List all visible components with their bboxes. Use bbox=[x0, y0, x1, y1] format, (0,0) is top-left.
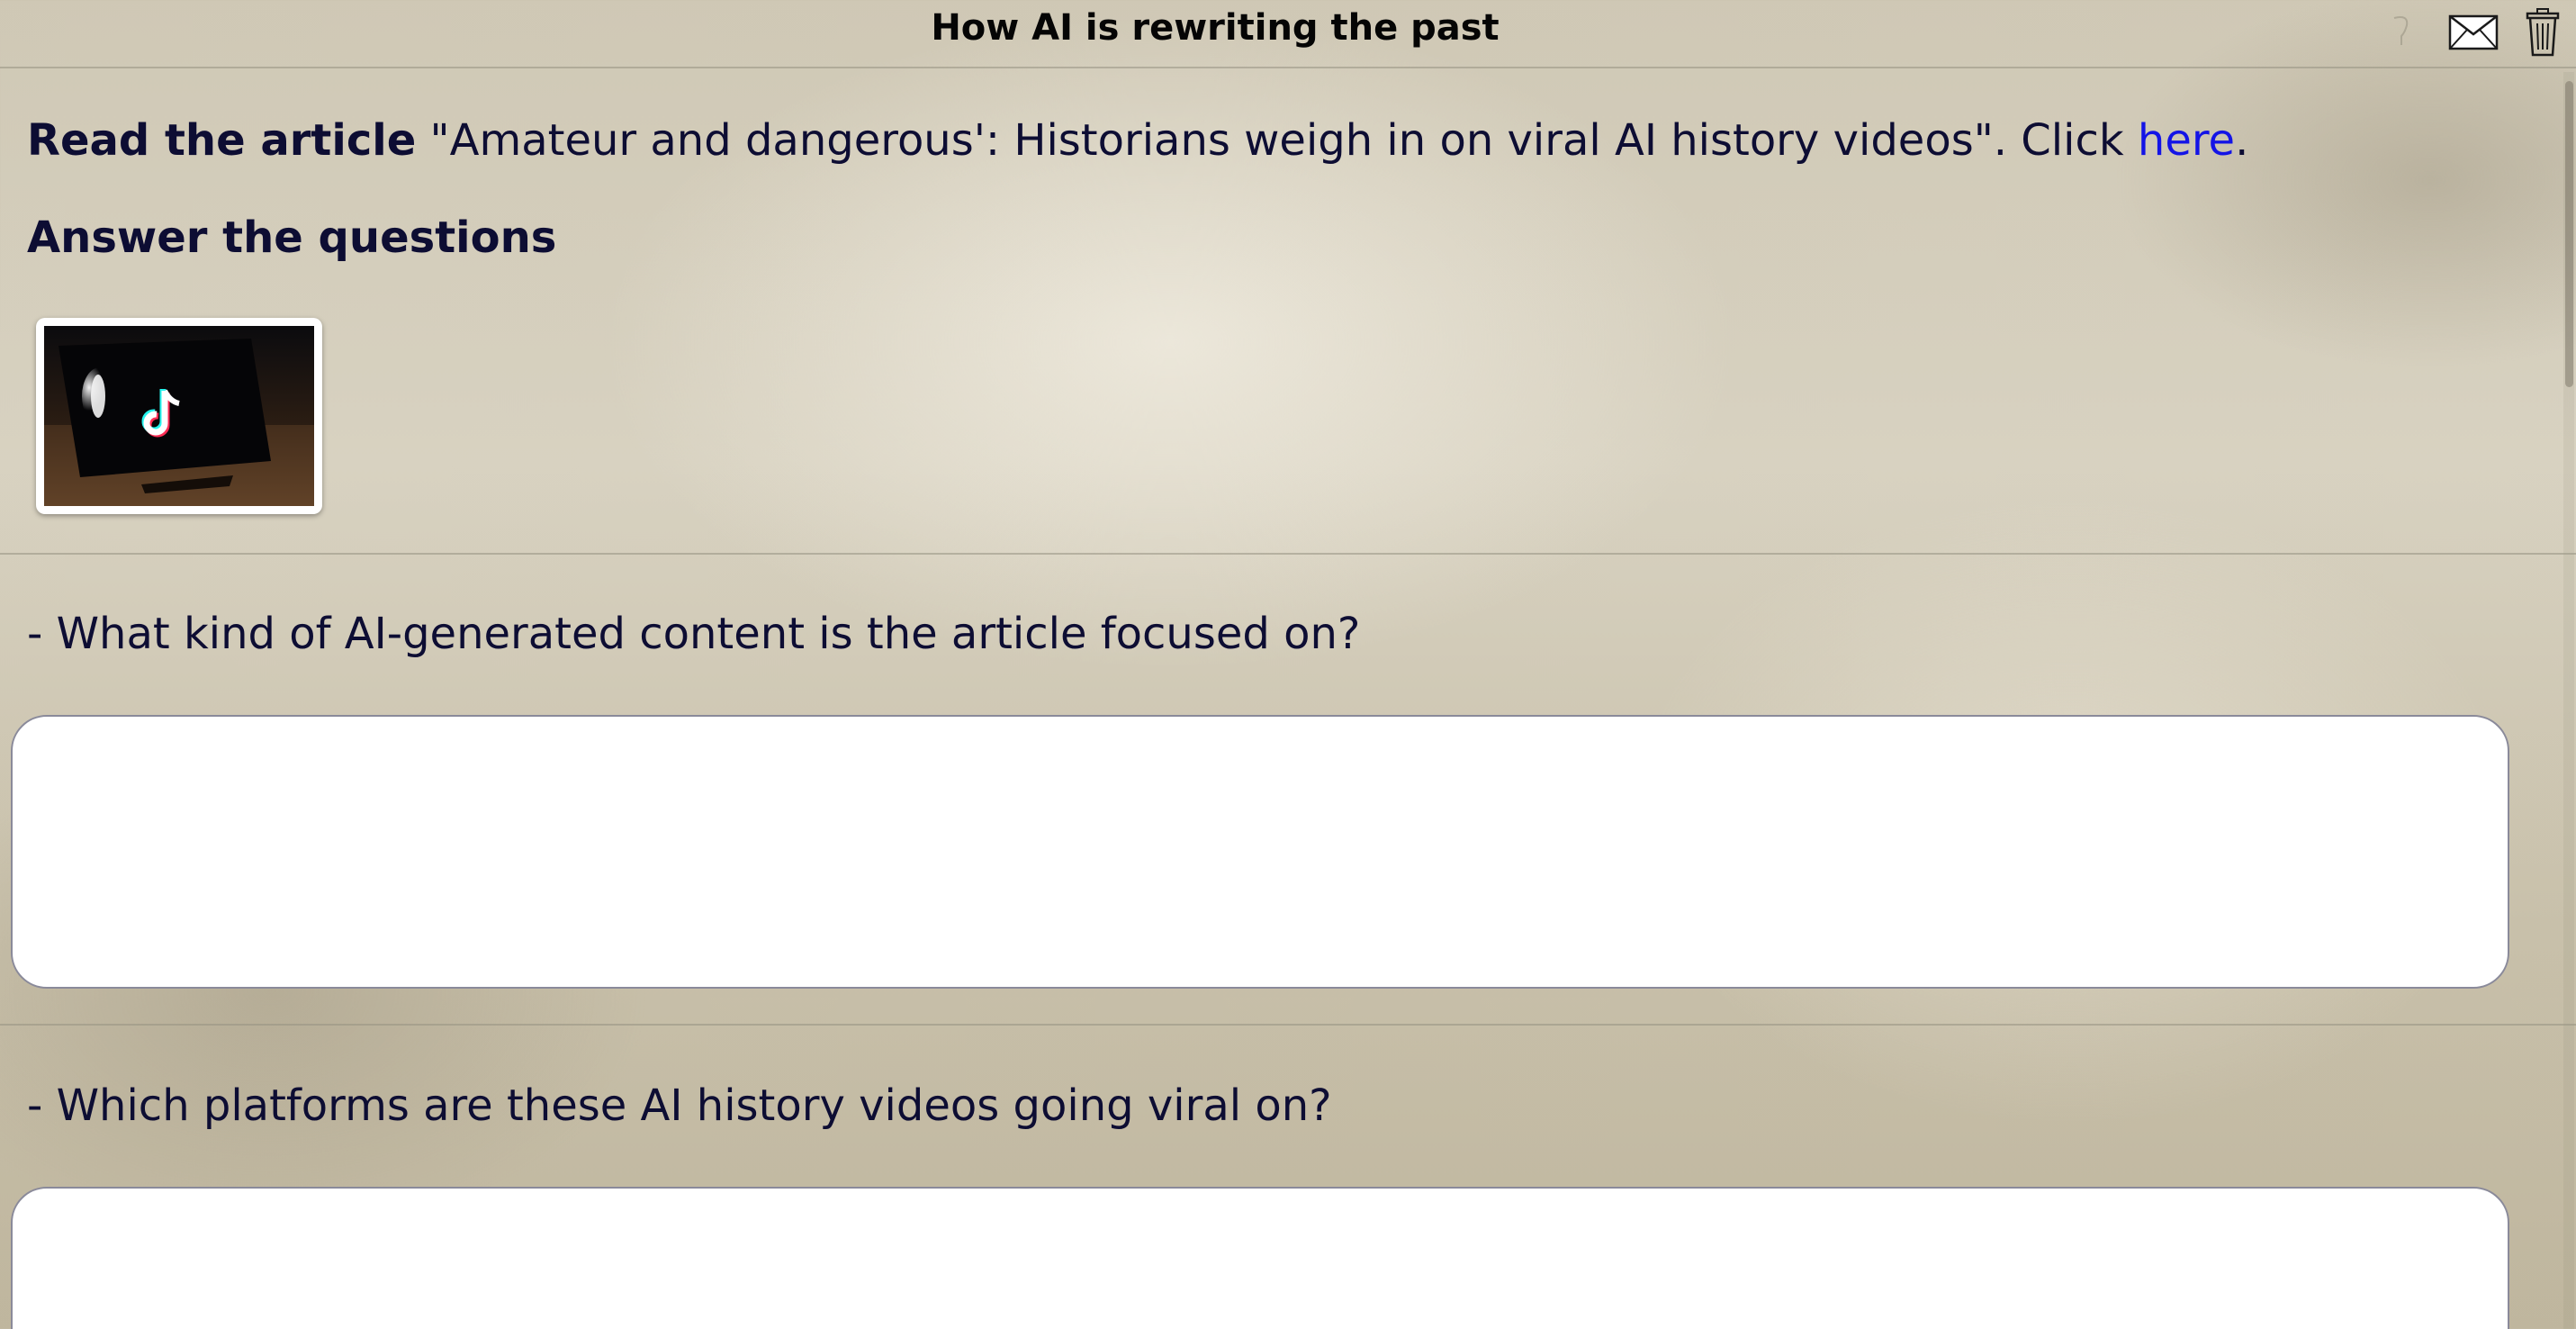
page-title: How AI is rewriting the past bbox=[931, 7, 1500, 49]
intro-lead: Read the article bbox=[27, 115, 417, 166]
help-icon[interactable] bbox=[2383, 7, 2419, 58]
article-intro: Read the article "Amateur and dangerous'… bbox=[27, 115, 2248, 166]
answer-field-1[interactable] bbox=[11, 715, 2509, 989]
top-bar: How AI is rewriting the past bbox=[0, 0, 2576, 68]
question-1: - What kind of AI-generated content is t… bbox=[27, 609, 1361, 659]
scrollbar-thumb[interactable] bbox=[2565, 81, 2573, 387]
answer-field-2[interactable] bbox=[11, 1187, 2509, 1329]
trash-icon[interactable] bbox=[2520, 7, 2565, 58]
tiktok-phone-image bbox=[44, 326, 314, 506]
question-2: - Which platforms are these AI history v… bbox=[27, 1080, 1332, 1131]
intro-article-title: "Amateur and dangerous': Historians weig… bbox=[416, 115, 2138, 166]
article-link[interactable]: here bbox=[2138, 115, 2235, 166]
intro-end: . bbox=[2235, 115, 2249, 166]
article-thumbnail[interactable] bbox=[36, 318, 322, 514]
instructions-heading: Answer the questions bbox=[27, 212, 557, 263]
mail-icon[interactable] bbox=[2446, 7, 2500, 58]
section-divider bbox=[0, 553, 2576, 555]
section-divider bbox=[0, 1024, 2576, 1026]
